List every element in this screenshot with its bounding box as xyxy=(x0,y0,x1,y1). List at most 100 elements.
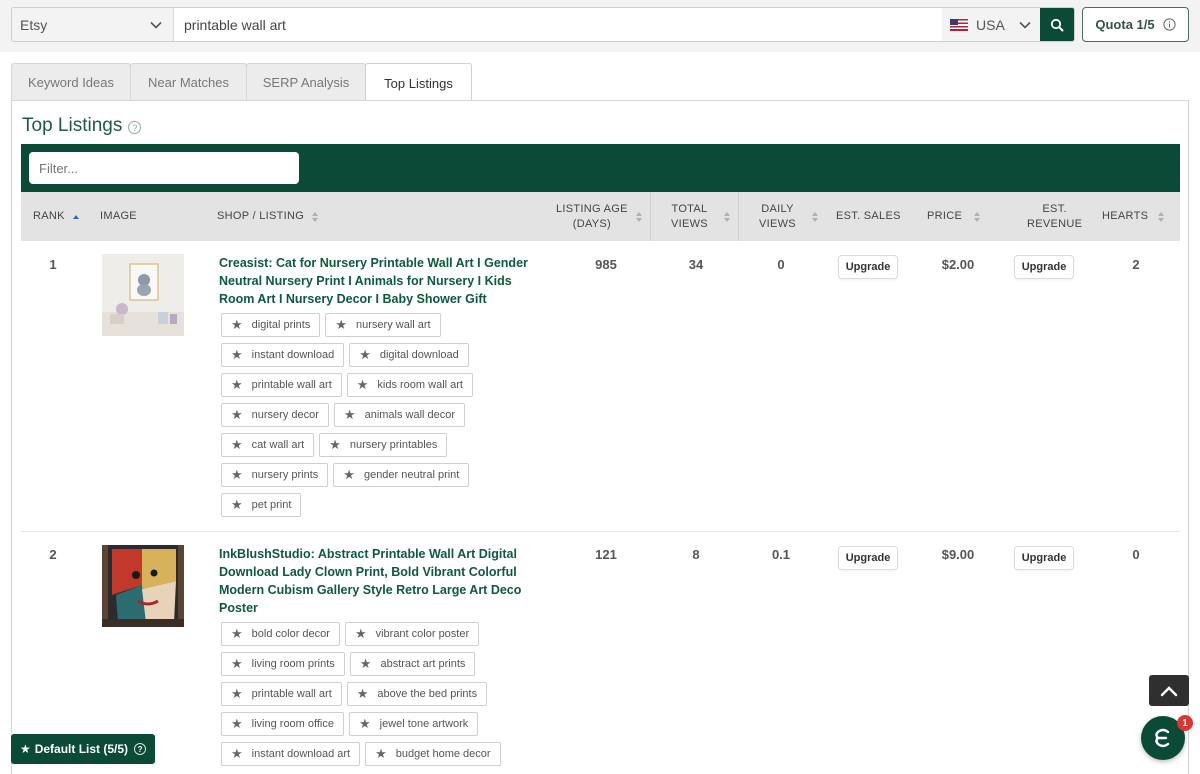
platform-select-value: Etsy xyxy=(20,16,48,33)
column-label: DAILY VIEWS xyxy=(759,202,796,232)
star-icon[interactable]: ★ xyxy=(231,347,243,363)
star-icon[interactable]: ★ xyxy=(231,377,243,393)
column-header-total-views[interactable]: TOTAL VIEWS xyxy=(671,192,730,241)
column-label: SHOP / LISTING xyxy=(217,210,305,222)
keyword-tag[interactable]: ★ nursery decor xyxy=(221,403,329,427)
star-icon[interactable]: ★ xyxy=(231,407,243,423)
keyword-tag[interactable]: ★ printable wall art xyxy=(221,373,342,397)
column-label-line: LISTING AGE xyxy=(556,202,628,215)
keyword-tag[interactable]: ★ nursery prints xyxy=(221,463,329,487)
listing-title-link[interactable]: Creasist: Cat for Nursery Printable Wall… xyxy=(219,254,529,308)
column-header-hearts[interactable]: HEARTS xyxy=(1102,192,1165,241)
page-title: Top Listings ? xyxy=(22,115,142,137)
keyword-tag[interactable]: ★ living room prints xyxy=(221,652,345,676)
keyword-tag[interactable]: ★ budget home decor xyxy=(365,742,501,766)
column-header-price[interactable]: PRICE xyxy=(927,192,981,241)
star-icon[interactable]: ★ xyxy=(231,437,243,453)
star-icon[interactable]: ★ xyxy=(329,437,341,453)
sort-ascending-icon xyxy=(72,214,79,219)
star-icon[interactable]: ★ xyxy=(231,626,243,642)
keyword-tag[interactable]: ★ digital prints xyxy=(221,313,321,337)
star-icon[interactable]: ★ xyxy=(343,467,355,483)
column-label: IMAGE xyxy=(100,210,137,222)
scroll-to-top-button[interactable] xyxy=(1149,675,1189,706)
quota-button[interactable]: Quota 1/5 xyxy=(1082,7,1189,42)
upgrade-button[interactable]: Upgrade xyxy=(1014,546,1074,570)
keyword-tag[interactable]: ★ instant download art xyxy=(221,742,361,766)
keyword-tag[interactable]: ★ nursery wall art xyxy=(325,313,441,337)
keyword-tag[interactable]: ★ bold color decor xyxy=(221,622,340,646)
tab-near-matches[interactable]: Near Matches xyxy=(130,63,247,101)
keyword-tag-label: bold color decor xyxy=(251,628,330,640)
platform-select[interactable]: Etsy xyxy=(12,8,174,41)
keyword-tag[interactable]: ★ printable wall art xyxy=(221,682,342,706)
keyword-tag-label: nursery prints xyxy=(251,469,319,481)
column-header-shop-listing[interactable]: SHOP / LISTING xyxy=(217,192,319,241)
keyword-tag[interactable]: ★ kids room wall art xyxy=(346,373,473,397)
search-button[interactable] xyxy=(1040,8,1074,41)
keyword-tag[interactable]: ★ vibrant color poster xyxy=(344,622,480,646)
star-icon[interactable]: ★ xyxy=(359,347,371,363)
help-icon[interactable]: ? xyxy=(128,121,142,134)
keyword-tag-label: vibrant color poster xyxy=(375,628,470,640)
tab-keyword-ideas[interactable]: Keyword Ideas xyxy=(11,63,131,101)
keyword-tag[interactable]: ★ living room office xyxy=(221,712,344,736)
chevron-down-icon xyxy=(1018,18,1032,32)
keyword-tag-label: abstract art prints xyxy=(380,658,466,670)
search-input[interactable]: printable wall art xyxy=(174,8,942,41)
keyword-tag-label: printable wall art xyxy=(251,379,332,391)
upgrade-button[interactable]: Upgrade xyxy=(838,255,898,279)
tag-list: ★ bold color decor ★ vibrant color poster ★ l… xyxy=(221,622,511,772)
star-icon[interactable]: ★ xyxy=(231,467,243,483)
star-icon[interactable]: ★ xyxy=(344,407,356,423)
upgrade-button[interactable]: Upgrade xyxy=(838,546,898,570)
keyword-tag-label: jewel tone artwork xyxy=(379,718,469,730)
default-list-button[interactable]: ★ Default List (5/5) ? xyxy=(11,734,155,764)
star-icon[interactable]: ★ xyxy=(360,656,372,672)
column-label-line: VIEWS xyxy=(759,217,796,230)
shop-name: InkBlushStudio xyxy=(219,547,311,561)
column-header-rank[interactable]: RANK xyxy=(33,192,79,241)
tab-top-listings[interactable]: Top Listings xyxy=(365,63,472,102)
star-icon[interactable]: ★ xyxy=(357,377,369,393)
keyword-tag[interactable]: ★ gender neutral print xyxy=(333,463,470,487)
keyword-tag-label: above the bed prints xyxy=(377,688,478,700)
star-icon[interactable]: ★ xyxy=(357,686,369,702)
help-icon: ? xyxy=(134,743,147,755)
keyword-tag[interactable]: ★ animals wall decor xyxy=(333,403,466,427)
column-header-daily-views[interactable]: DAILY VIEWS xyxy=(759,192,818,241)
listing-image[interactable] xyxy=(102,254,184,336)
keyword-tag[interactable]: ★ instant download xyxy=(221,343,345,367)
daily-views-cell: 0 xyxy=(777,257,785,272)
star-icon[interactable]: ★ xyxy=(355,626,367,642)
keyword-tag-label: instant download art xyxy=(251,748,351,760)
keyword-tag[interactable]: ★ above the bed prints xyxy=(346,682,488,706)
keyword-tag[interactable]: ★ digital download xyxy=(349,343,469,367)
keyword-tag[interactable]: ★ jewel tone artwork xyxy=(349,712,479,736)
star-icon[interactable]: ★ xyxy=(231,686,243,702)
star-icon[interactable]: ★ xyxy=(335,317,347,333)
keyword-tag[interactable]: ★ cat wall art xyxy=(221,433,315,457)
star-icon[interactable]: ★ xyxy=(375,746,387,762)
keyword-tag[interactable]: ★ pet print xyxy=(221,493,302,517)
star-icon[interactable]: ★ xyxy=(231,716,243,732)
search-input-value: printable wall art xyxy=(184,16,286,33)
tab-serp-analysis[interactable]: SERP Analysis xyxy=(246,63,366,101)
column-label-line: EST. xyxy=(1042,202,1067,215)
star-icon: ★ xyxy=(19,742,31,756)
filter-input[interactable] xyxy=(29,152,299,184)
keyword-tag[interactable]: ★ abstract art prints xyxy=(349,652,476,676)
listing-image[interactable] xyxy=(102,545,184,627)
star-icon[interactable]: ★ xyxy=(231,497,243,513)
star-icon[interactable]: ★ xyxy=(231,656,243,672)
keyword-tag[interactable]: ★ nursery printables xyxy=(319,433,448,457)
star-icon[interactable]: ★ xyxy=(231,317,243,333)
star-icon[interactable]: ★ xyxy=(359,716,371,732)
star-icon[interactable]: ★ xyxy=(231,746,243,762)
column-header-est-sales: EST. SALES xyxy=(836,192,901,241)
upgrade-button[interactable]: Upgrade xyxy=(1014,255,1074,279)
country-select[interactable]: USA xyxy=(942,8,1040,41)
column-header-listing-age[interactable]: LISTING AGE (DAYS) xyxy=(556,192,642,241)
listing-title-link[interactable]: InkBlushStudio: Abstract Printable Wall … xyxy=(219,545,529,617)
keyword-tag-label: animals wall decor xyxy=(364,409,456,421)
